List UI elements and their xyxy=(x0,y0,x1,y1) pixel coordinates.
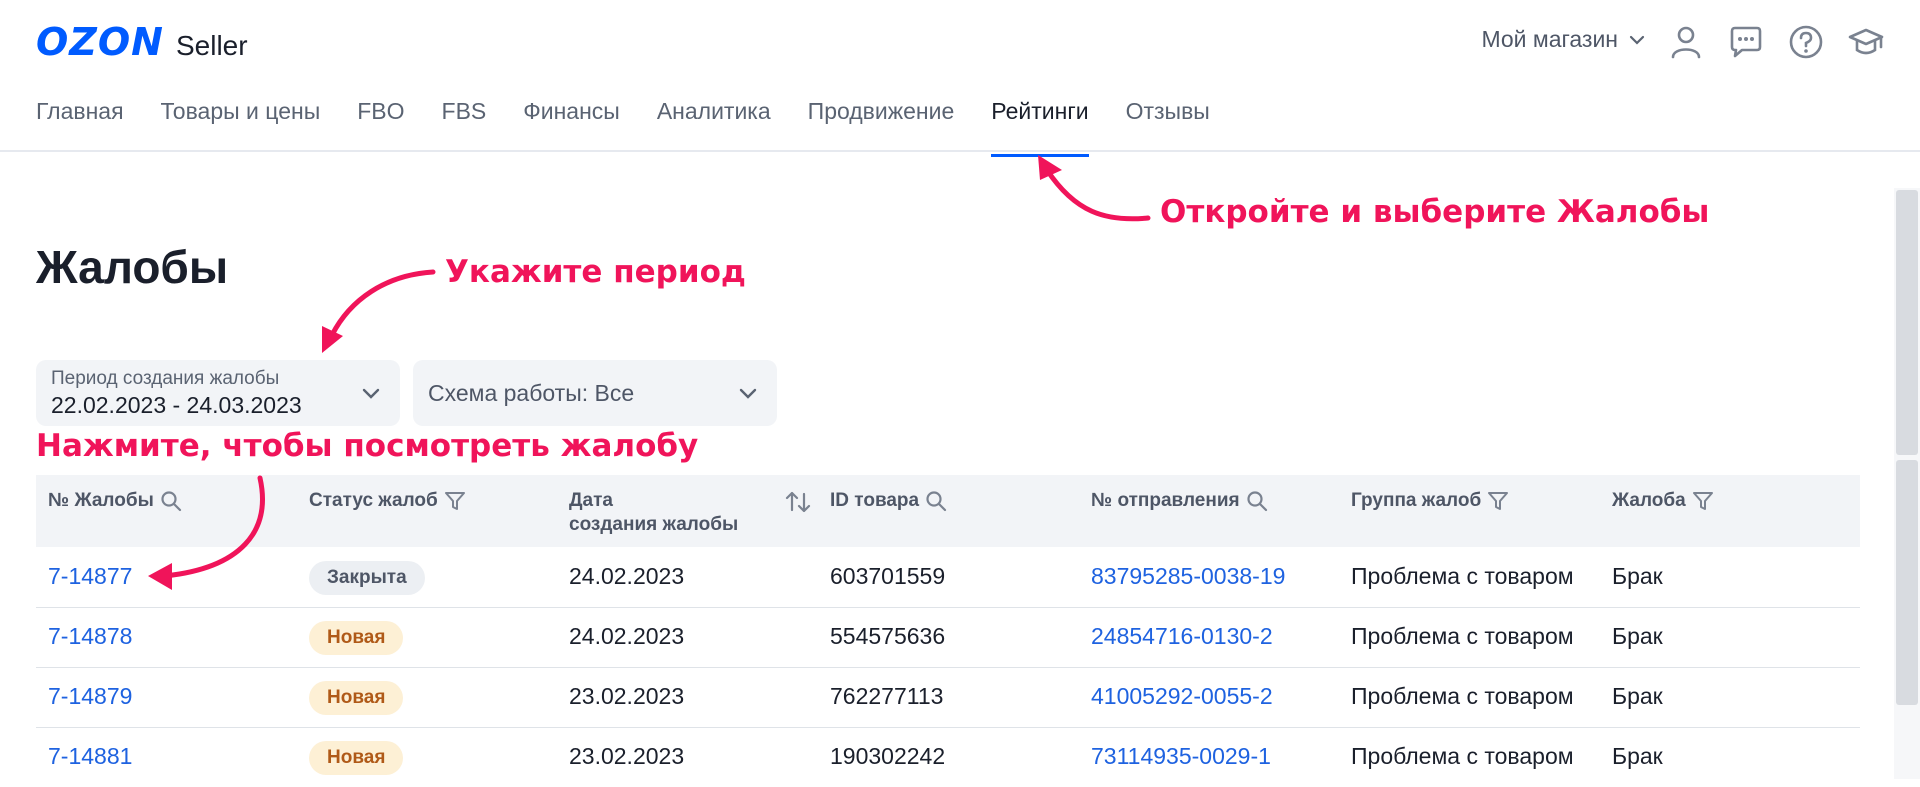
nav-item-fbs[interactable]: FBS xyxy=(442,98,487,155)
page-title: Жалобы xyxy=(36,241,229,293)
user-icon[interactable] xyxy=(1668,24,1704,60)
chevron-down-icon xyxy=(739,388,757,399)
filter-icon[interactable] xyxy=(444,490,466,512)
scheme-filter-value: Схема работы: Все xyxy=(428,380,635,406)
col-date[interactable]: Дата создания жалобы xyxy=(569,489,811,537)
complaint-group: Проблема с товаром xyxy=(1351,683,1574,709)
complaint-no-link[interactable]: 7-14879 xyxy=(48,683,132,710)
nav-item-fbo[interactable]: FBO xyxy=(357,98,404,155)
chat-icon[interactable] xyxy=(1728,24,1764,60)
filter-icon[interactable] xyxy=(1487,490,1509,512)
period-filter-label: Период создания жалобы xyxy=(51,368,280,389)
nav-item-ratings[interactable]: Рейтинги xyxy=(991,98,1089,157)
education-icon[interactable] xyxy=(1848,24,1884,60)
table-row[interactable]: 7-14881 Новая 23.02.2023 190302242 73114… xyxy=(36,727,1860,787)
table-row[interactable]: 7-14879 Новая 23.02.2023 762277113 41005… xyxy=(36,667,1860,728)
complaint-no-link[interactable]: 7-14877 xyxy=(48,563,132,590)
col-group-label: Группа жалоб xyxy=(1351,490,1482,511)
chevron-down-icon xyxy=(1629,35,1645,45)
col-complaint-no-label: № Жалобы xyxy=(48,490,154,511)
col-complaint[interactable]: Жалоба xyxy=(1612,489,1714,513)
col-complaint-label: Жалоба xyxy=(1612,490,1686,511)
col-complaint-no[interactable]: № Жалобы xyxy=(48,489,182,513)
col-shipment-no-label: № отправления xyxy=(1091,490,1240,511)
search-icon[interactable] xyxy=(1246,490,1268,512)
nav-item-promotion[interactable]: Продвижение xyxy=(808,98,955,155)
table-header: № Жалобы Статус жалоб Дата создания жало… xyxy=(36,475,1860,547)
nav-item-reviews[interactable]: Отзывы xyxy=(1126,98,1210,155)
scrollbar-thumb-lower[interactable] xyxy=(1896,460,1918,705)
created-date: 23.02.2023 xyxy=(569,683,685,709)
shipment-link[interactable]: 73114935-0029-1 xyxy=(1091,743,1271,770)
complaint-group: Проблема с товаром xyxy=(1351,563,1574,589)
table-row[interactable]: 7-14877 Закрыта 24.02.2023 603701559 837… xyxy=(36,547,1860,608)
arrowhead xyxy=(1038,155,1062,180)
annotation-arrow-period xyxy=(329,269,436,338)
col-status-label: Статус жалоб xyxy=(309,490,438,511)
product-id: 190302242 xyxy=(830,743,946,769)
annotation-arrow-ratings xyxy=(1044,167,1151,222)
period-filter[interactable]: Период создания жалобы 22.02.2023 - 24.0… xyxy=(36,360,400,426)
col-product-id-label: ID товара xyxy=(830,490,920,511)
created-date: 24.02.2023 xyxy=(569,563,685,589)
logo-product: Seller xyxy=(175,30,248,61)
shipment-link[interactable]: 24854716-0130-2 xyxy=(1091,623,1273,650)
annotation-set-period: Укажите период xyxy=(445,254,746,290)
shipment-link[interactable]: 41005292-0055-2 xyxy=(1091,683,1273,710)
top-header: OZON Seller Мой магазин Главная Товары и… xyxy=(0,0,1920,157)
nav-item-home[interactable]: Главная xyxy=(36,98,124,155)
complaint-no-link[interactable]: 7-14881 xyxy=(48,743,132,770)
complaint-type: Брак xyxy=(1612,743,1663,769)
col-status[interactable]: Статус жалоб xyxy=(309,489,466,513)
nav-item-products-prices[interactable]: Товары и цены xyxy=(161,98,321,155)
arrowhead xyxy=(322,326,343,353)
col-product-id[interactable]: ID товара xyxy=(830,489,947,513)
table-row[interactable]: 7-14878 Новая 24.02.2023 554575636 24854… xyxy=(36,607,1860,668)
status-badge: Новая xyxy=(309,741,404,775)
filter-icon[interactable] xyxy=(1692,490,1714,512)
complaint-group: Проблема с товаром xyxy=(1351,623,1574,649)
scheme-filter[interactable]: Схема работы: Все xyxy=(413,360,777,426)
complaint-type: Брак xyxy=(1612,563,1663,589)
status-badge: Новая xyxy=(309,681,404,715)
store-selector[interactable]: Мой магазин xyxy=(1481,26,1646,53)
shipment-link[interactable]: 83795285-0038-19 xyxy=(1091,563,1285,590)
annotation-click-view: Нажмите, чтобы посмотреть жалобу xyxy=(36,428,699,464)
help-icon[interactable] xyxy=(1788,24,1824,60)
chevron-down-icon xyxy=(362,388,380,399)
product-id: 762277113 xyxy=(830,683,944,709)
search-icon[interactable] xyxy=(925,490,947,512)
main-nav: Главная Товары и цены FBO FBS Финансы Ан… xyxy=(36,98,1210,157)
complaint-no-link[interactable]: 7-14878 xyxy=(48,623,132,650)
created-date: 23.02.2023 xyxy=(569,743,685,769)
complaint-type: Брак xyxy=(1612,683,1663,709)
created-date: 24.02.2023 xyxy=(569,623,685,649)
col-shipment-no[interactable]: № отправления xyxy=(1091,489,1268,513)
nav-item-finance[interactable]: Финансы xyxy=(523,98,620,155)
logo-brand: OZON xyxy=(36,20,164,64)
nav-item-analytics[interactable]: Аналитика xyxy=(657,98,771,155)
complaint-type: Брак xyxy=(1612,623,1663,649)
sort-icon[interactable] xyxy=(785,490,811,514)
col-date-label-line1: Дата xyxy=(569,490,613,511)
status-badge: Новая xyxy=(309,621,404,655)
status-badge: Закрыта xyxy=(309,561,425,595)
complaint-group: Проблема с товаром xyxy=(1351,743,1574,769)
annotation-open-select: Откройте и выберите Жалобы xyxy=(1160,194,1710,230)
scrollbar-thumb[interactable] xyxy=(1896,190,1918,455)
col-date-label-line2: создания жалобы xyxy=(569,514,739,535)
product-id: 603701559 xyxy=(830,563,946,589)
search-icon[interactable] xyxy=(160,490,182,512)
product-id: 554575636 xyxy=(830,623,946,649)
store-selector-label: Мой магазин xyxy=(1481,26,1618,52)
col-group[interactable]: Группа жалоб xyxy=(1351,489,1509,513)
period-filter-value: 22.02.2023 - 24.03.2023 xyxy=(51,392,302,418)
ozon-seller-logo[interactable]: OZON Seller xyxy=(36,20,248,64)
